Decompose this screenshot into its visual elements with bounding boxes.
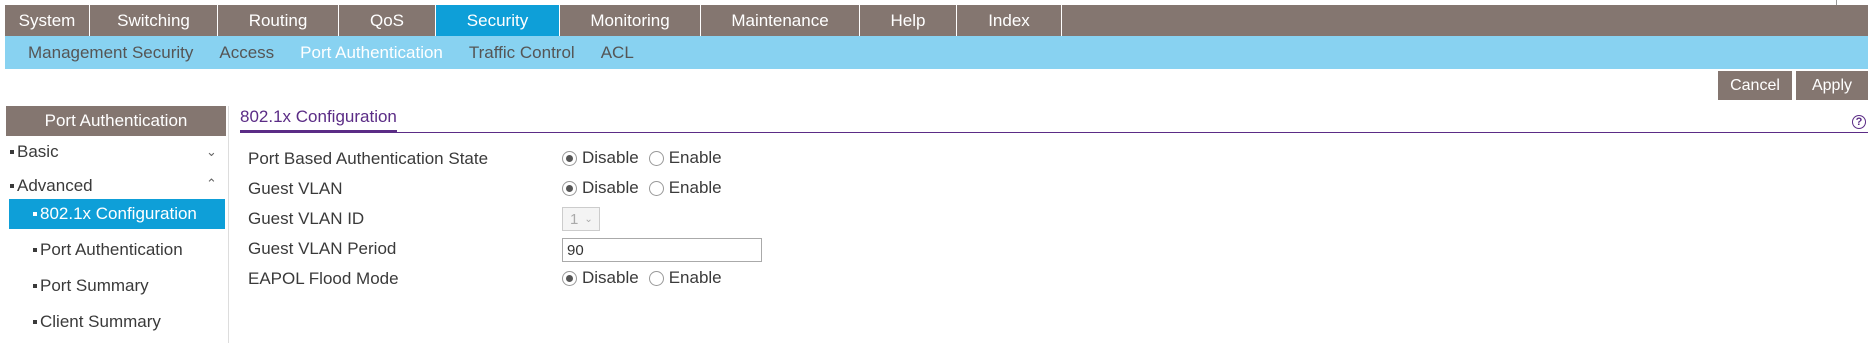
guest-vlan-id-label: Guest VLAN ID [248,209,365,228]
eapol-flood-mode-disable-radio[interactable] [562,270,577,286]
tab-help[interactable]: Help [860,5,957,36]
chevron-down-icon: ⌄ [584,213,593,225]
sidebar-header: Port Authentication [6,106,226,136]
chevron-up-icon: ⌃ [206,176,217,191]
tab-index[interactable]: Index [957,5,1062,36]
sidebar-item-label: Client Summary [40,312,161,331]
guest-vlan-period-label: Guest VLAN Period [248,239,397,258]
eapol-flood-mode-label: EAPOL Flood Mode [248,269,399,288]
bullet-icon [33,320,37,324]
eapol-flood-mode-enable-radio[interactable] [648,270,664,286]
bullet-icon [33,212,37,216]
apply-button[interactable]: Apply [1796,71,1868,100]
radio-label: Enable [668,148,722,167]
tab-routing[interactable]: Routing [218,5,339,36]
sidebar-group-advanced[interactable]: Advanced ⌃ [10,174,226,198]
bullet-icon [33,248,37,252]
subnav-access[interactable]: Access [219,43,274,63]
subnav-management-security[interactable]: Management Security [28,43,193,63]
tab-system[interactable]: System [5,5,90,36]
title-underline [240,132,1868,133]
cancel-button[interactable]: Cancel [1718,71,1792,100]
subnav-acl[interactable]: ACL [601,43,634,63]
tab-maintenance[interactable]: Maintenance [701,5,860,36]
eapol-flood-mode-radio-group: Disable Enable [562,268,732,288]
bullet-icon [10,184,14,188]
bullet-icon [33,284,37,288]
guest-vlan-label: Guest VLAN [248,179,343,198]
bullet-icon [10,150,14,154]
sidebar-item-802-1x-configuration[interactable]: 802.1x Configuration [9,199,225,229]
subnav-traffic-control[interactable]: Traffic Control [469,43,575,63]
sidebar-item-client-summary[interactable]: Client Summary [33,310,161,334]
select-value: 1 [570,210,579,228]
sidebar-item-label: 802.1x Configuration [40,204,197,223]
radio-label: Disable [582,148,639,167]
sidebar-item-label: Port Authentication [40,240,183,259]
sidebar-item-label: Port Summary [40,276,149,295]
top-nav: System Switching Routing QoS Security Mo… [5,5,1868,36]
port-auth-state-enable-radio[interactable] [648,150,664,166]
tab-switching[interactable]: Switching [90,5,218,36]
port-auth-state-disable-radio[interactable] [562,150,577,166]
guest-vlan-disable-radio[interactable] [562,180,577,196]
sidebar-item-port-authentication[interactable]: Port Authentication [33,238,183,262]
question-circle-icon[interactable]: ? [1852,115,1866,129]
chevron-down-icon: ⌄ [206,144,217,159]
tab-security[interactable]: Security [436,5,560,36]
radio-label: Disable [582,268,639,287]
guest-vlan-id-select[interactable]: 1 ⌄ [562,207,600,231]
sidebar-group-basic[interactable]: Basic ⌄ [10,140,226,164]
subnav-port-authentication[interactable]: Port Authentication [300,43,443,63]
radio-label: Disable [582,178,639,197]
guest-vlan-enable-radio[interactable] [648,180,664,196]
port-auth-state-radio-group: Disable Enable [562,148,732,168]
radio-label: Enable [668,268,722,287]
radio-label: Enable [668,178,722,197]
guest-vlan-radio-group: Disable Enable [562,178,732,198]
guest-vlan-period-input[interactable] [562,238,762,262]
tab-monitoring[interactable]: Monitoring [560,5,701,36]
sidebar-item-port-summary[interactable]: Port Summary [33,274,149,298]
sidebar-group-label: Advanced [17,176,93,195]
tab-qos[interactable]: QoS [339,5,436,36]
sub-nav: Management Security Access Port Authenti… [5,36,1868,69]
port-auth-state-label: Port Based Authentication State [248,149,489,168]
page-title: 802.1x Configuration [240,107,397,132]
sidebar-divider [228,106,229,343]
sidebar-group-label: Basic [17,142,59,161]
